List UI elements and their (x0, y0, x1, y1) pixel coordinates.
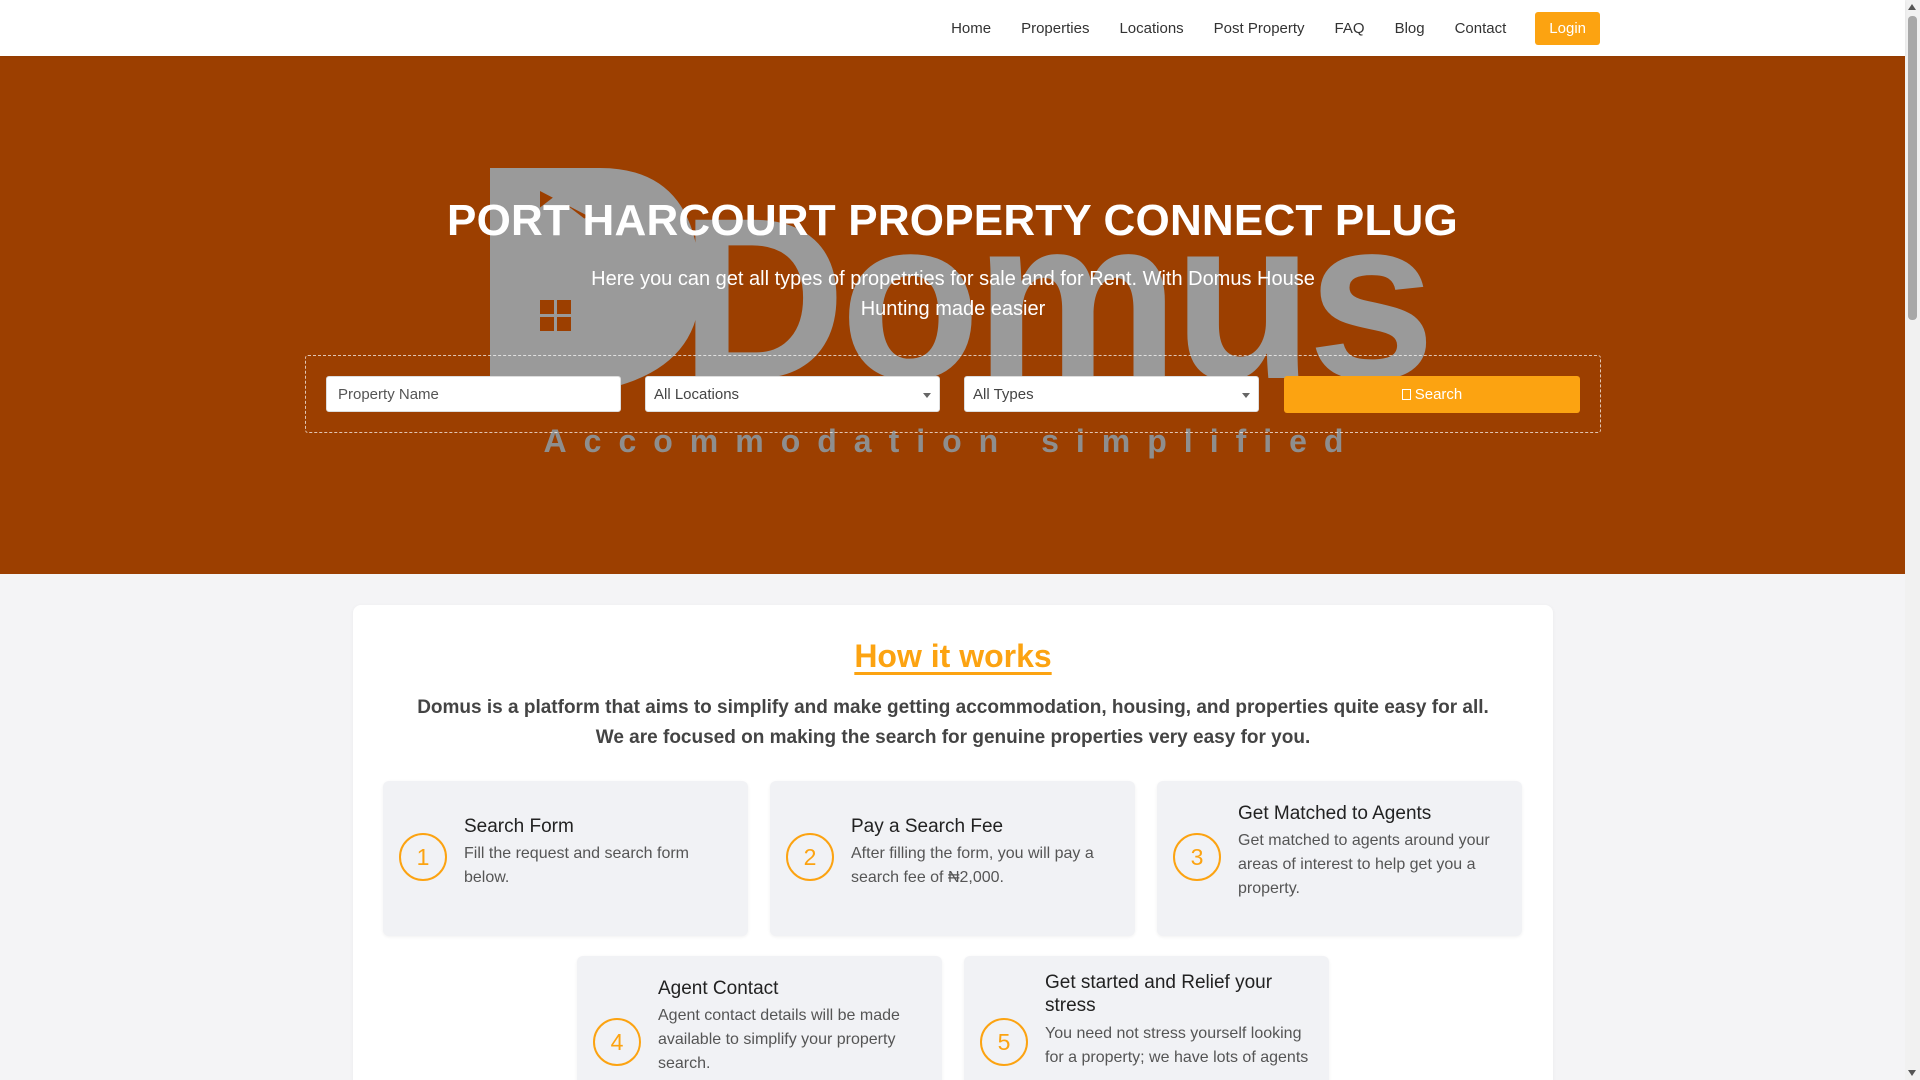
step-text: You need not stress yourself looking for… (1045, 1025, 1309, 1066)
step-number: 5 (980, 1018, 1028, 1066)
step-text: After filling the form, you will pay a s… (851, 845, 1094, 886)
step-card: 5 Get started and Relief your stress You… (964, 956, 1329, 1080)
step-card: 4 Agent Contact Agent contact details wi… (577, 956, 942, 1080)
nav-locations[interactable]: Locations (1104, 20, 1198, 37)
location-select-value: All Locations (654, 385, 740, 403)
type-select-value: All Types (973, 385, 1034, 403)
property-search-form: All Locations All Types Search (305, 355, 1601, 433)
nav-links: Home Properties Locations Post Property … (936, 0, 1600, 56)
step-title: Agent Contact (658, 978, 779, 999)
step-title: Pay a Search Fee (851, 816, 1004, 837)
nav-faq[interactable]: FAQ (1320, 20, 1380, 37)
step-card: 1 Search Form Fill the request and searc… (383, 781, 748, 936)
property-name-input[interactable] (338, 385, 609, 403)
property-name-field (326, 376, 621, 412)
hero-title: PORT HARCOURT PROPERTY CONNECT PLUG (447, 196, 1458, 245)
hero-subtitle: Here you can get all types of propetrtie… (591, 268, 1315, 320)
search-icon (1401, 389, 1411, 400)
step-card: 3 Get Matched to Agents Get matched to a… (1157, 781, 1522, 936)
step-card: 2 Pay a Search Fee After filling the for… (770, 781, 1135, 936)
search-button[interactable]: Search (1284, 376, 1580, 413)
nav-properties[interactable]: Properties (1006, 20, 1104, 37)
chevron-down-icon (923, 393, 931, 398)
step-number: 4 (593, 1018, 641, 1066)
step-number: 1 (399, 833, 447, 881)
step-title: Search Form (464, 816, 574, 837)
step-text: Get matched to agents around your areas … (1238, 832, 1490, 897)
scrollbar-thumb[interactable] (1908, 16, 1917, 320)
step-text: Fill the request and search form below. (464, 845, 689, 886)
location-select[interactable]: All Locations (645, 376, 940, 412)
step-number: 3 (1173, 833, 1221, 881)
type-select[interactable]: All Types (964, 376, 1259, 412)
scroll-up-arrow-icon[interactable] (1908, 4, 1916, 10)
step-text: Agent contact details will be made avail… (658, 1007, 900, 1072)
page-scrollbar[interactable] (1905, 0, 1920, 1080)
login-button[interactable]: Login (1535, 11, 1600, 45)
search-button-label: Search (1414, 386, 1463, 403)
top-navbar: Home Properties Locations Post Property … (0, 0, 1905, 56)
nav-home[interactable]: Home (936, 20, 1006, 37)
nav-post-property[interactable]: Post Property (1199, 20, 1320, 37)
chevron-down-icon (1242, 393, 1250, 398)
step-number: 2 (786, 833, 834, 881)
step-title: Get started and Relief your stress (1045, 972, 1273, 1016)
hero-section: Domus Accommodation simplified PORT HARC… (0, 56, 1905, 574)
how-it-works-section: How it works Domus is a platform that ai… (353, 605, 1553, 1080)
nav-contact[interactable]: Contact (1440, 20, 1522, 37)
scroll-down-arrow-icon[interactable] (1908, 1070, 1916, 1076)
how-it-works-description: Domus is a platform that aims to simplif… (417, 697, 1489, 748)
nav-blog[interactable]: Blog (1380, 20, 1440, 37)
step-title: Get Matched to Agents (1238, 803, 1432, 824)
how-it-works-title: How it works (854, 638, 1052, 674)
